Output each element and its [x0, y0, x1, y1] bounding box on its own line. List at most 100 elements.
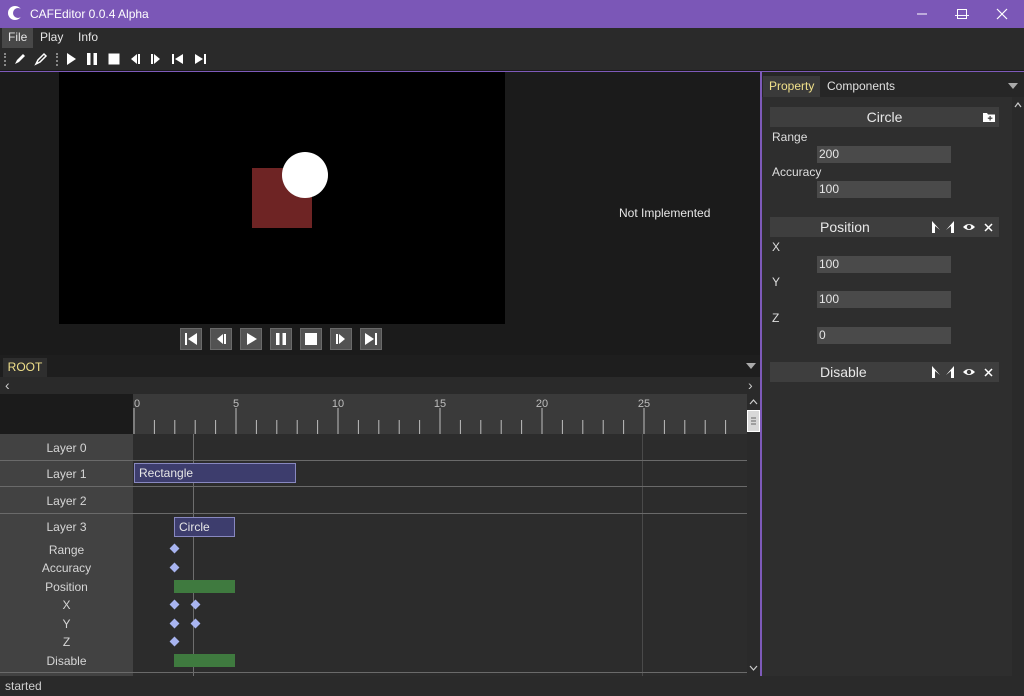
range-field[interactable]: 200 — [817, 146, 951, 163]
clip-rectangle[interactable]: Rectangle — [134, 463, 296, 483]
close-button[interactable] — [982, 0, 1022, 28]
tab-root[interactable]: ROOT — [3, 358, 47, 377]
window-title: CAFEditor 0.0.4 Alpha — [30, 7, 149, 21]
preview-canvas[interactable] — [59, 72, 505, 324]
stop-button[interactable] — [300, 328, 322, 350]
row-divider — [0, 460, 747, 461]
row-label-y[interactable]: Y — [0, 617, 133, 631]
pen-alt-icon[interactable] — [33, 51, 49, 67]
z-field[interactable]: 0 — [817, 327, 951, 344]
skip-to-start-icon[interactable] — [170, 51, 186, 67]
eye-icon[interactable] — [962, 220, 976, 234]
toolbar-grip-2[interactable] — [56, 53, 58, 66]
keyframe-x-1[interactable] — [169, 599, 180, 610]
move-right-icon[interactable] — [944, 365, 958, 379]
pause-icon[interactable] — [84, 51, 100, 67]
keyframe-accuracy[interactable] — [169, 562, 180, 573]
component-header-position[interactable]: Position — [770, 217, 999, 237]
ruler-label: 25 — [638, 398, 650, 410]
row-label-range[interactable]: Range — [0, 543, 133, 557]
play-button[interactable] — [240, 328, 262, 350]
keyframe-z[interactable] — [169, 636, 180, 647]
play-icon[interactable] — [63, 51, 79, 67]
end-marker-line — [642, 434, 643, 676]
tab-property[interactable]: Property — [763, 76, 821, 97]
chevron-down-icon[interactable] — [746, 363, 756, 369]
status-bar: started — [0, 676, 1024, 696]
not-implemented-label: Not Implemented — [619, 206, 711, 220]
pen-icon[interactable] — [12, 51, 28, 67]
toolbar-grip[interactable] — [4, 53, 6, 66]
play-icon — [247, 333, 257, 345]
chevron-down-icon[interactable] — [1008, 83, 1018, 89]
row-label-layer2[interactable]: Layer 2 — [0, 494, 133, 508]
maximize-button[interactable] — [942, 0, 982, 28]
accuracy-label: Accuracy — [772, 165, 822, 179]
y-field[interactable]: 100 — [817, 291, 951, 308]
step-back-button[interactable] — [210, 328, 232, 350]
grip-lines-icon — [751, 417, 756, 425]
skip-to-end-icon[interactable] — [192, 51, 208, 67]
move-left-icon[interactable] — [930, 365, 944, 379]
toolbar — [0, 48, 1024, 71]
remove-icon[interactable] — [983, 220, 997, 234]
x-field[interactable]: 100 — [817, 256, 951, 273]
row-label-layer0[interactable]: Layer 0 — [0, 441, 133, 455]
step-forward-button[interactable] — [330, 328, 352, 350]
accuracy-field[interactable]: 100 — [817, 181, 951, 198]
row-divider — [0, 513, 747, 514]
app-logo-icon — [8, 6, 23, 20]
row-label-x[interactable]: X — [0, 598, 133, 612]
scroll-thumb[interactable] — [747, 410, 760, 432]
row-divider — [0, 486, 747, 487]
menu-file[interactable]: File — [2, 28, 34, 48]
component-header-disable[interactable]: Disable — [770, 362, 999, 382]
folder-add-icon[interactable] — [982, 110, 996, 124]
row-label-accuracy[interactable]: Accuracy — [0, 561, 133, 575]
ruler-ticks: 0 5 10 15 20 25 — [133, 398, 727, 434]
ruler-label: 15 — [434, 398, 446, 410]
move-left-icon[interactable] — [930, 220, 944, 234]
scroll-up-icon[interactable] — [747, 396, 760, 408]
timeline-row-labels: Layer 0 Layer 1 Layer 2 Layer 3 Range Ac… — [0, 434, 133, 676]
menu-bar: File Play Info — [0, 28, 1024, 48]
minimize-button-2[interactable] — [902, 0, 942, 28]
timeline-tracks[interactable]: Rectangle Circle — [133, 434, 747, 676]
keyframe-y-1[interactable] — [169, 618, 180, 629]
scroll-left-icon[interactable]: ‹ — [5, 377, 10, 394]
step-back-icon[interactable] — [127, 51, 143, 67]
scroll-up-icon[interactable] — [1012, 99, 1024, 111]
move-right-icon[interactable] — [944, 220, 958, 234]
row-label-layer1[interactable]: Layer 1 — [0, 467, 133, 481]
menu-play[interactable]: Play — [34, 28, 69, 48]
skip-to-end-icon — [365, 333, 377, 345]
row-label-disable[interactable]: Disable — [0, 654, 133, 668]
eye-icon[interactable] — [962, 365, 976, 379]
timeline-horizontal-scrollbar[interactable]: ‹ › — [0, 377, 760, 394]
clip-circle[interactable]: Circle — [174, 517, 235, 537]
row-label-z[interactable]: Z — [0, 635, 133, 649]
track-disable[interactable] — [174, 654, 235, 667]
row-label-position[interactable]: Position — [0, 580, 133, 594]
panel-scrollbar[interactable] — [1012, 97, 1024, 676]
keyframe-range[interactable] — [169, 543, 180, 554]
skip-to-start-button[interactable] — [180, 328, 202, 350]
scroll-down-icon[interactable] — [747, 662, 760, 674]
stop-icon[interactable] — [106, 51, 122, 67]
track-position[interactable] — [174, 580, 235, 593]
panel-tabs: Property Components — [762, 72, 1024, 97]
step-forward-icon[interactable] — [148, 51, 164, 67]
row-label-layer3[interactable]: Layer 3 — [0, 520, 133, 534]
tab-components[interactable]: Components — [821, 76, 901, 97]
timeline-vertical-scrollbar[interactable] — [747, 394, 760, 676]
menu-info[interactable]: Info — [72, 28, 104, 48]
row-divider — [0, 672, 747, 673]
remove-icon[interactable] — [983, 365, 997, 379]
skip-to-end-button[interactable] — [360, 328, 382, 350]
component-header-circle[interactable]: Circle — [770, 107, 999, 127]
z-label: Z — [772, 311, 780, 325]
timeline-ruler[interactable]: 0 5 10 15 20 25 — [133, 394, 747, 434]
pause-icon — [276, 333, 286, 345]
pause-button[interactable] — [270, 328, 292, 350]
scroll-right-icon[interactable]: › — [748, 377, 753, 394]
